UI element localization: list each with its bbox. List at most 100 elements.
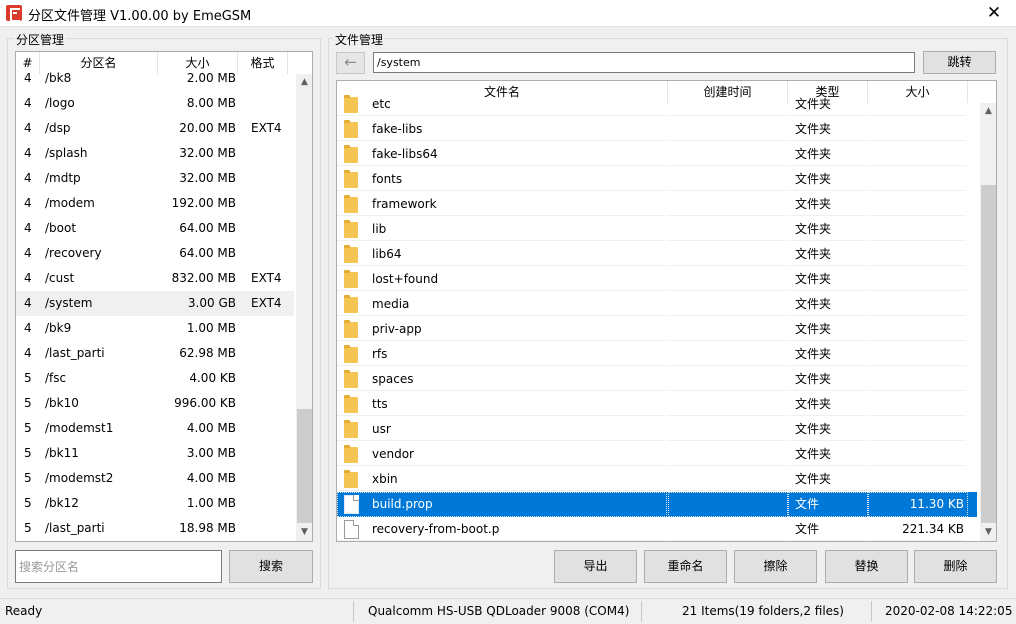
cell-name: /system — [45, 296, 93, 310]
list-item[interactable]: xbin 文件夹 — [337, 467, 977, 492]
file-list[interactable]: 文件名 创建时间 类型 大小 etc 文件夹 fake-libs 文件夹 fake-li… — [336, 80, 997, 542]
table-row[interactable]: 4/logo 8.00 MB — [16, 91, 294, 116]
cell-size: 1.00 MB — [186, 496, 236, 510]
cell-size: 4.00 MB — [186, 421, 236, 435]
scroll-up-icon[interactable]: ▲ — [296, 74, 312, 91]
table-row[interactable]: 4/bk9 1.00 MB — [16, 316, 294, 341]
cell-separator — [668, 117, 786, 141]
table-row[interactable]: 4/splash 32.00 MB — [16, 141, 294, 166]
folder-icon — [344, 395, 358, 413]
cell-filename: priv-app — [372, 322, 422, 336]
list-item[interactable]: build.prop 文件 11.30 KB — [337, 492, 977, 517]
file-icon — [344, 495, 359, 514]
title-bar: 分区文件管理 V1.00.00 by EmeGSM ✕ — [0, 0, 1016, 27]
delete-button[interactable]: 删除 — [914, 550, 997, 583]
folder-icon — [344, 170, 358, 188]
search-button[interactable]: 搜索 — [229, 550, 313, 583]
folder-icon — [344, 120, 358, 138]
cell-size — [868, 242, 964, 267]
list-item[interactable]: fake-libs 文件夹 — [337, 117, 977, 142]
erase-button[interactable]: 擦除 — [734, 550, 817, 583]
cell-name: /last_parti — [45, 521, 105, 535]
table-row[interactable]: 4/cust 832.00 MB EXT4 — [16, 266, 294, 291]
path-input[interactable] — [373, 52, 915, 73]
scroll-down-icon[interactable]: ▼ — [980, 524, 996, 541]
back-button[interactable]: ← — [336, 52, 365, 74]
partition-list[interactable]: # 分区名 大小 格式 4/bk8 2.00 MB 4/logo 8.00 MB 4/d… — [15, 51, 313, 542]
scroll-up-icon[interactable]: ▲ — [980, 103, 996, 120]
file-icon — [344, 520, 359, 539]
list-item[interactable]: fake-libs64 文件夹 — [337, 142, 977, 167]
list-item[interactable]: vendor 文件夹 — [337, 442, 977, 467]
table-row[interactable]: 4/mdtp 32.00 MB — [16, 166, 294, 191]
table-row[interactable]: 5/bk12 1.00 MB — [16, 491, 294, 516]
cell-type: 文件夹 — [795, 347, 832, 361]
list-item[interactable]: media 文件夹 — [337, 292, 977, 317]
table-row[interactable]: 4/modem 192.00 MB — [16, 191, 294, 216]
table-row[interactable]: 5/modemst1 4.00 MB — [16, 416, 294, 441]
partition-search-input[interactable] — [15, 550, 222, 583]
table-row[interactable]: 5/fsc 4.00 KB — [16, 366, 294, 391]
replace-button[interactable]: 替换 — [825, 550, 908, 583]
table-row[interactable]: 4/system 3.00 GB EXT4 — [16, 291, 294, 316]
scroll-down-icon[interactable]: ▼ — [296, 524, 312, 541]
cell-size: 32.00 MB — [179, 146, 236, 160]
cell-format: EXT4 — [251, 121, 282, 135]
cell-name: /splash — [45, 146, 88, 160]
list-item[interactable]: lib64 文件夹 — [337, 242, 977, 267]
list-item[interactable]: spaces 文件夹 — [337, 367, 977, 392]
table-row[interactable]: 4/dsp 20.00 MB EXT4 — [16, 116, 294, 141]
partition-group-title: 分区管理 — [14, 31, 67, 48]
list-item[interactable]: recovery-from-boot.p 文件 221.34 KB — [337, 517, 977, 541]
cell-name: /modemst2 — [45, 471, 114, 485]
goto-button[interactable]: 跳转 — [923, 51, 996, 74]
list-item[interactable]: lib 文件夹 — [337, 217, 977, 242]
list-item[interactable]: tts 文件夹 — [337, 392, 977, 417]
table-row[interactable]: 4/recovery 64.00 MB — [16, 241, 294, 266]
table-row[interactable]: 5/modemst2 4.00 MB — [16, 466, 294, 491]
list-item[interactable]: fonts 文件夹 — [337, 167, 977, 192]
cell-type: 文件夹 — [795, 472, 832, 486]
cell-filename: usr — [372, 422, 391, 436]
cell-filename: xbin — [372, 472, 398, 486]
table-row[interactable]: 4/last_parti 62.98 MB — [16, 341, 294, 366]
cell-size — [868, 442, 964, 467]
cell-size — [868, 367, 964, 392]
list-item[interactable]: lost+found 文件夹 — [337, 267, 977, 292]
cell-type: 文件夹 — [795, 197, 832, 211]
list-item[interactable]: rfs 文件夹 — [337, 342, 977, 367]
cell-size: 996.00 KB — [174, 396, 236, 410]
cell-type: 文件夹 — [795, 322, 832, 336]
cell-size: 221.34 KB — [902, 522, 964, 536]
cell-size: 3.00 MB — [186, 446, 236, 460]
cell-type: 文件夹 — [795, 147, 832, 161]
list-item[interactable]: etc 文件夹 — [337, 92, 977, 117]
cell-num: 4 — [24, 96, 32, 110]
file-scrollbar[interactable]: ▲ ▼ — [980, 103, 996, 541]
table-row[interactable]: 5/bk10 996.00 KB — [16, 391, 294, 416]
cell-separator — [668, 442, 786, 466]
table-row[interactable]: 5/last_parti 18.98 MB — [16, 516, 294, 541]
rename-button[interactable]: 重命名 — [644, 550, 727, 583]
cell-filename: build.prop — [372, 497, 433, 511]
close-button[interactable]: ✕ — [972, 0, 1016, 27]
cell-num: 4 — [24, 146, 32, 160]
folder-icon — [344, 320, 358, 338]
cell-name: /modemst1 — [45, 421, 114, 435]
cell-size: 64.00 MB — [179, 221, 236, 235]
scroll-thumb[interactable] — [297, 409, 312, 523]
partition-scrollbar[interactable]: ▲ ▼ — [296, 74, 312, 541]
table-row[interactable]: 4/boot 64.00 MB — [16, 216, 294, 241]
cell-name: /bk10 — [45, 396, 79, 410]
cell-size — [868, 267, 964, 292]
scroll-thumb[interactable] — [981, 185, 996, 523]
cell-separator — [668, 92, 786, 116]
list-item[interactable]: framework 文件夹 — [337, 192, 977, 217]
list-item[interactable]: priv-app 文件夹 — [337, 317, 977, 342]
status-datetime: 2020-02-08 14:22:05 — [885, 604, 1013, 618]
folder-icon — [344, 195, 358, 213]
table-row[interactable]: 5/bk11 3.00 MB — [16, 441, 294, 466]
table-row[interactable]: 4/bk8 2.00 MB — [16, 66, 294, 91]
list-item[interactable]: usr 文件夹 — [337, 417, 977, 442]
export-button[interactable]: 导出 — [554, 550, 637, 583]
